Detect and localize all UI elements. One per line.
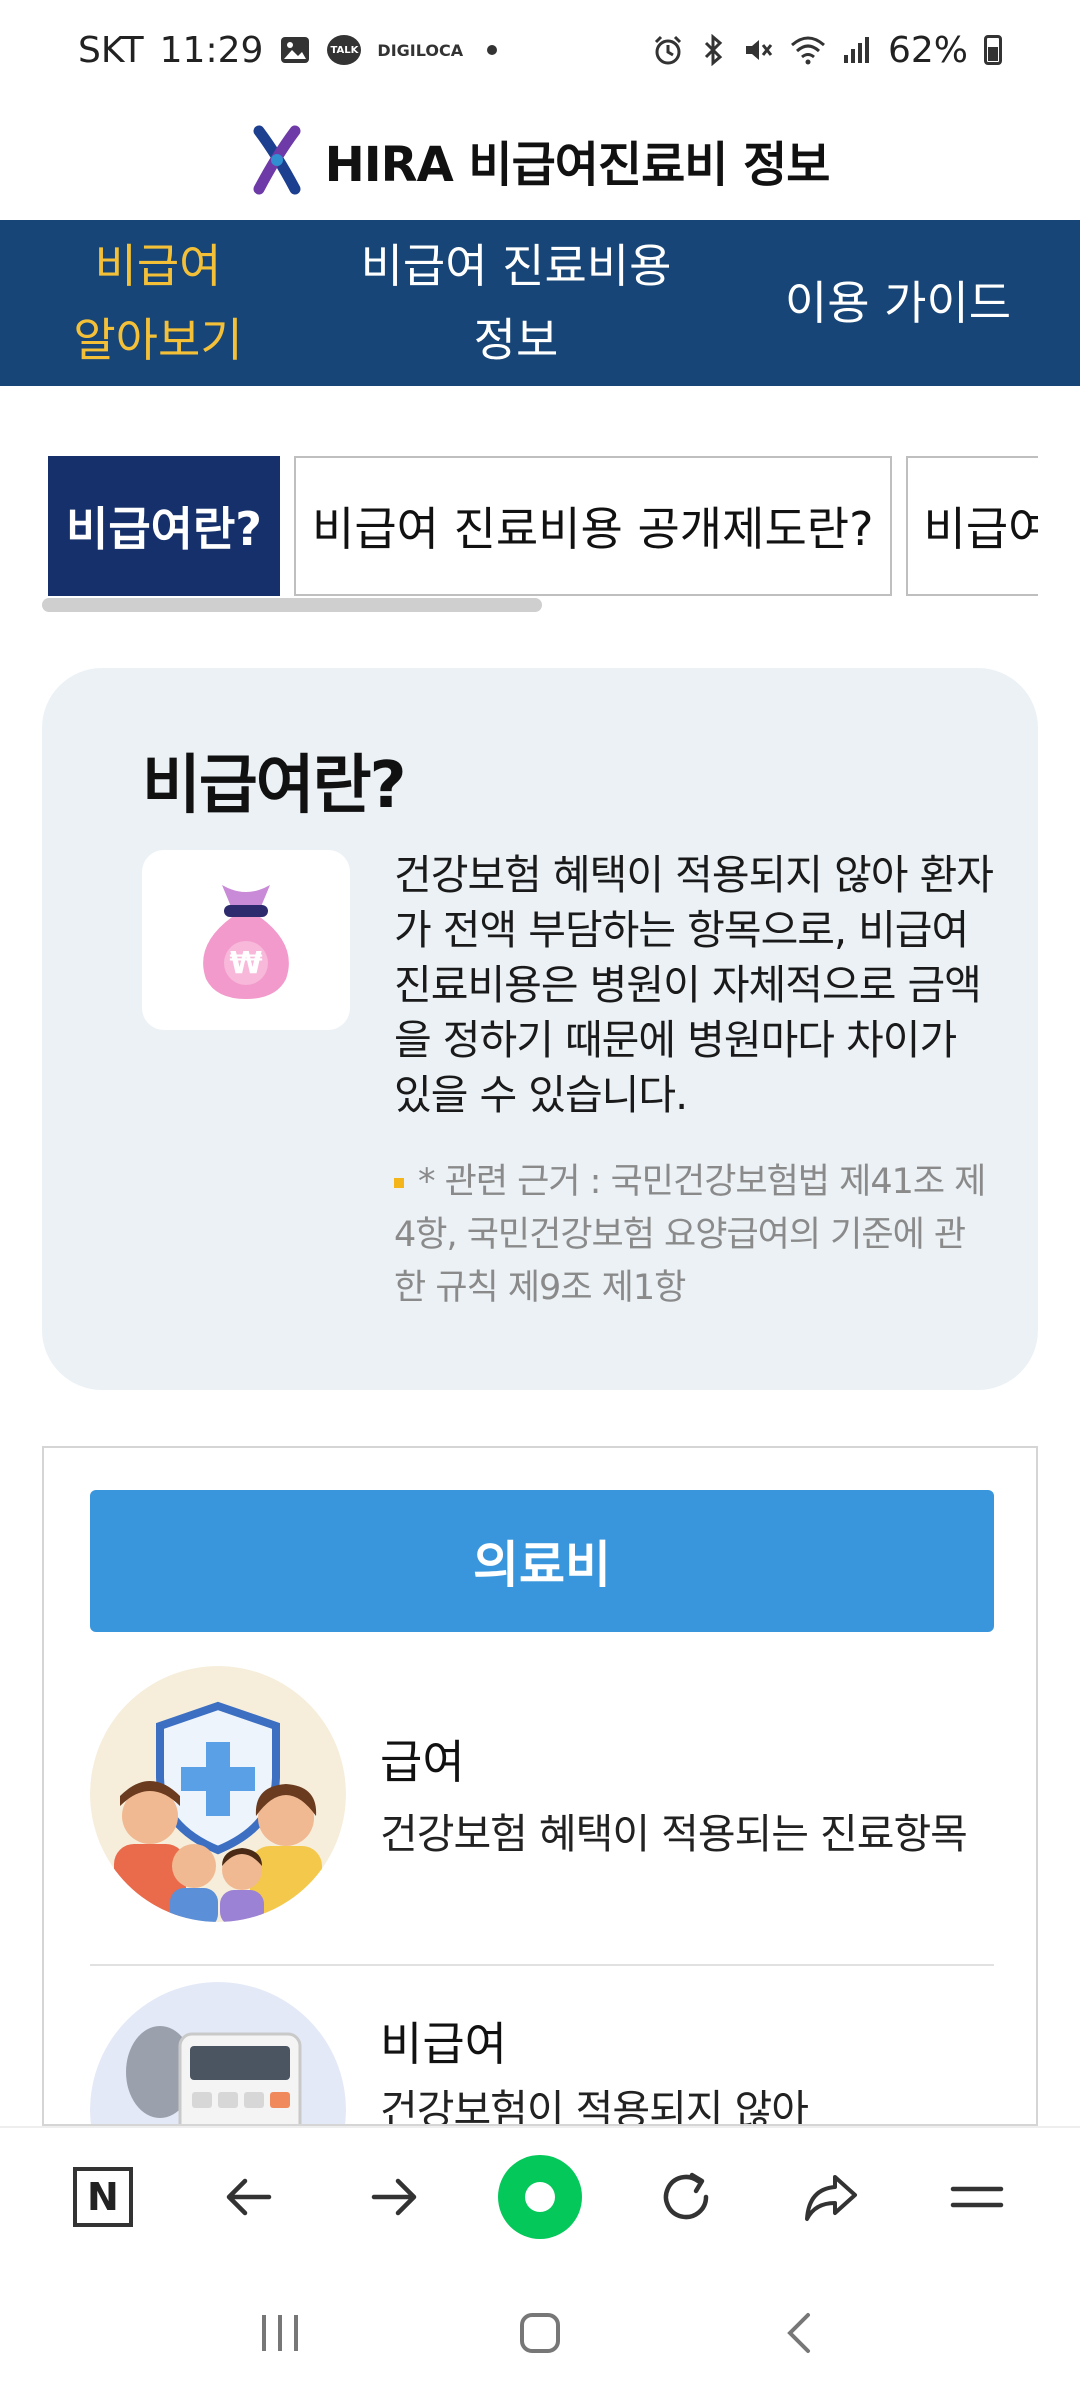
basis-text: * 관련 근거 : 국민건강보험법 제41조 제4항, 국민건강보험 요양급여의… — [394, 1162, 986, 1308]
status-left: SKT 11:29 TALK DIGI LOCA — [78, 29, 498, 71]
system-nav-bar — [0, 2266, 1080, 2400]
bullet-icon — [394, 1178, 404, 1188]
nav-item-cost-info[interactable]: 비급여 진료비용 정보 — [316, 229, 716, 377]
info-card-description: 건강보험 혜택이 적용되지 않아 환자가 전액 부담하는 항목으로, 비급여 진… — [394, 851, 994, 1119]
reload-icon — [663, 2172, 708, 2220]
site-title: HIRA 비급여진료비 정보 — [324, 137, 831, 193]
status-bar: SKT 11:29 TALK DIGI LOCA 62% — [0, 0, 1080, 100]
expense-item-description: 건강보험 혜택이 적용되는 진료항목 — [380, 1810, 968, 1858]
nav-item-label-line1: 이용 가이드 — [784, 276, 1012, 330]
calculator-illustration — [90, 1982, 346, 2124]
tab-next[interactable]: 비급여 — [905, 456, 1038, 596]
main-nav: 비급여 알아보기 비급여 진료비용 정보 이용 가이드 — [0, 220, 1080, 386]
reload-button[interactable] — [641, 2152, 731, 2242]
digi-label: DIGI — [377, 40, 416, 60]
hira-logo-icon — [251, 125, 303, 195]
money-bag-icon-box: ₩ — [142, 850, 350, 1030]
money-bag-icon: ₩ — [203, 885, 289, 999]
menu-button[interactable] — [932, 2152, 1022, 2242]
battery-percent: 62% — [887, 29, 968, 71]
svg-text:₩: ₩ — [229, 946, 262, 981]
green-dot-icon — [497, 2155, 582, 2239]
nav-item-guide[interactable]: 이용 가이드 — [716, 266, 1080, 340]
tab-what-is-noncovered[interactable]: 비급여란? — [48, 456, 280, 596]
nav-item-label-line2: 정보 — [473, 313, 559, 367]
nav-item-label-line1: 비급여 — [94, 239, 222, 293]
expense-item-noncovered: 비급여 건강보험이 적용되지 않아 — [90, 1982, 994, 2126]
home-icon — [520, 2313, 560, 2353]
status-right: 62% — [652, 30, 1002, 71]
expense-item-title: 비급여 — [380, 2017, 507, 2071]
share-arrow-icon — [805, 2175, 858, 2221]
nav-item-label-line1: 비급여 진료비용 — [360, 239, 672, 293]
bluetooth-icon — [700, 34, 726, 66]
expense-header: 의료비 — [90, 1490, 994, 1632]
tabs-scrollbar[interactable] — [42, 598, 542, 612]
carrier-label: SKT — [78, 29, 144, 71]
tab-disclosure-system[interactable]: 비급여 진료비용 공개제도란? — [294, 456, 892, 596]
site-header[interactable]: HIRA 비급여진료비 정보 — [0, 100, 1080, 220]
recent-apps-icon — [262, 2315, 298, 2351]
kakaotalk-icon: TALK — [327, 35, 362, 65]
hamburger-menu-icon — [950, 2186, 1004, 2208]
expense-item-covered: 급여 건강보험 혜택이 적용되는 진료항목 — [90, 1666, 994, 1966]
arrow-right-icon — [372, 2178, 417, 2216]
expense-item-description: 건강보험이 적용되지 않아 — [380, 2086, 809, 2126]
home-button[interactable] — [495, 2288, 585, 2378]
digilocation-icon: DIGI LOCA — [377, 40, 464, 60]
info-card: 비급여란? ₩ 건강보험 혜택이 적용되지 않아 환자가 전액 부담하는 항목으… — [42, 668, 1038, 1390]
nav-item-label-line2: 알아보기 — [73, 313, 243, 367]
back-button[interactable] — [204, 2152, 294, 2242]
family-shield-illustration — [90, 1666, 346, 1922]
chevron-left-icon — [787, 2313, 810, 2353]
signal-icon — [842, 35, 872, 65]
arrow-left-icon — [226, 2178, 271, 2216]
nav-item-about[interactable]: 비급여 알아보기 — [0, 229, 316, 377]
green-dot-button[interactable] — [495, 2152, 585, 2242]
alarm-icon — [652, 34, 684, 66]
loca-label: LOCA — [415, 40, 464, 60]
browser-toolbar: N — [0, 2126, 1080, 2266]
forward-button[interactable] — [349, 2152, 439, 2242]
share-button[interactable] — [786, 2152, 876, 2242]
sub-tabs: 비급여란? 비급여 진료비용 공개제도란? 비급여 — [48, 456, 1038, 596]
clock: 11:29 — [159, 29, 264, 71]
expense-section: 의료비 급여 건강보험 혜택이 적용되는 진료항목 비급여 건강보험이 적용되지… — [42, 1446, 1038, 2126]
info-card-basis: * 관련 근거 : 국민건강보험법 제41조 제4항, 국민건강보험 요양급여의… — [394, 1156, 994, 1315]
system-back-button[interactable] — [755, 2288, 845, 2378]
naver-n-icon: N — [72, 2167, 133, 2227]
mute-icon — [742, 34, 774, 66]
wifi-icon — [790, 35, 826, 65]
expense-item-title: 급여 — [380, 1735, 465, 1789]
battery-icon — [984, 35, 1002, 65]
notification-dot-icon — [487, 45, 498, 55]
info-card-title: 비급여란? — [142, 749, 407, 823]
gallery-icon — [279, 35, 311, 65]
recent-apps-button[interactable] — [235, 2288, 325, 2378]
naver-home-button[interactable]: N — [58, 2152, 148, 2242]
